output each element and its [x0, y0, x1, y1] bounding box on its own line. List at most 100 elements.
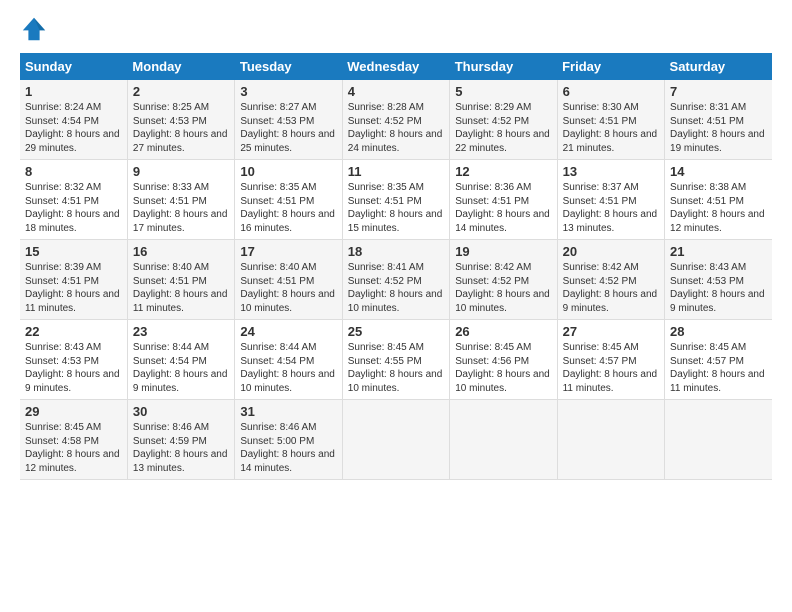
day-cell: 26 Sunrise: 8:45 AM Sunset: 4:56 PM Dayl…: [450, 320, 557, 400]
day-cell: 3 Sunrise: 8:27 AM Sunset: 4:53 PM Dayli…: [235, 80, 342, 160]
calendar-table: SundayMondayTuesdayWednesdayThursdayFrid…: [20, 53, 772, 480]
day-cell: 18 Sunrise: 8:41 AM Sunset: 4:52 PM Dayl…: [342, 240, 449, 320]
day-cell: 7 Sunrise: 8:31 AM Sunset: 4:51 PM Dayli…: [665, 80, 772, 160]
day-number: 20: [563, 244, 659, 259]
day-info: Sunrise: 8:43 AM Sunset: 4:53 PM Dayligh…: [25, 341, 122, 395]
day-info: Sunrise: 8:35 AM Sunset: 4:51 PM Dayligh…: [348, 181, 444, 235]
day-info: Sunrise: 8:44 AM Sunset: 4:54 PM Dayligh…: [240, 341, 336, 395]
day-info: Sunrise: 8:32 AM Sunset: 4:51 PM Dayligh…: [25, 181, 122, 235]
day-number: 7: [670, 84, 767, 99]
day-cell: 14 Sunrise: 8:38 AM Sunset: 4:51 PM Dayl…: [665, 160, 772, 240]
day-number: 14: [670, 164, 767, 179]
day-cell: 19 Sunrise: 8:42 AM Sunset: 4:52 PM Dayl…: [450, 240, 557, 320]
day-info: Sunrise: 8:46 AM Sunset: 5:00 PM Dayligh…: [240, 421, 336, 475]
day-cell: 15 Sunrise: 8:39 AM Sunset: 4:51 PM Dayl…: [20, 240, 127, 320]
day-cell: 25 Sunrise: 8:45 AM Sunset: 4:55 PM Dayl…: [342, 320, 449, 400]
day-info: Sunrise: 8:28 AM Sunset: 4:52 PM Dayligh…: [348, 101, 444, 155]
day-number: 10: [240, 164, 336, 179]
col-header-friday: Friday: [557, 53, 664, 80]
week-row-4: 22 Sunrise: 8:43 AM Sunset: 4:53 PM Dayl…: [20, 320, 772, 400]
col-header-saturday: Saturday: [665, 53, 772, 80]
day-info: Sunrise: 8:46 AM Sunset: 4:59 PM Dayligh…: [133, 421, 229, 475]
day-cell: [557, 400, 664, 480]
day-info: Sunrise: 8:27 AM Sunset: 4:53 PM Dayligh…: [240, 101, 336, 155]
day-info: Sunrise: 8:36 AM Sunset: 4:51 PM Dayligh…: [455, 181, 551, 235]
day-number: 12: [455, 164, 551, 179]
page-container: SundayMondayTuesdayWednesdayThursdayFrid…: [0, 0, 792, 490]
day-cell: 22 Sunrise: 8:43 AM Sunset: 4:53 PM Dayl…: [20, 320, 127, 400]
day-cell: 28 Sunrise: 8:45 AM Sunset: 4:57 PM Dayl…: [665, 320, 772, 400]
day-cell: 27 Sunrise: 8:45 AM Sunset: 4:57 PM Dayl…: [557, 320, 664, 400]
day-info: Sunrise: 8:45 AM Sunset: 4:57 PM Dayligh…: [670, 341, 767, 395]
day-number: 3: [240, 84, 336, 99]
day-info: Sunrise: 8:42 AM Sunset: 4:52 PM Dayligh…: [563, 261, 659, 315]
day-number: 6: [563, 84, 659, 99]
day-number: 9: [133, 164, 229, 179]
day-cell: 16 Sunrise: 8:40 AM Sunset: 4:51 PM Dayl…: [127, 240, 234, 320]
day-number: 30: [133, 404, 229, 419]
day-number: 2: [133, 84, 229, 99]
day-number: 15: [25, 244, 122, 259]
day-cell: [450, 400, 557, 480]
day-info: Sunrise: 8:24 AM Sunset: 4:54 PM Dayligh…: [25, 101, 122, 155]
day-info: Sunrise: 8:31 AM Sunset: 4:51 PM Dayligh…: [670, 101, 767, 155]
header-row: SundayMondayTuesdayWednesdayThursdayFrid…: [20, 53, 772, 80]
day-info: Sunrise: 8:45 AM Sunset: 4:55 PM Dayligh…: [348, 341, 444, 395]
day-info: Sunrise: 8:45 AM Sunset: 4:58 PM Dayligh…: [25, 421, 122, 475]
day-cell: 21 Sunrise: 8:43 AM Sunset: 4:53 PM Dayl…: [665, 240, 772, 320]
day-number: 25: [348, 324, 444, 339]
day-cell: 29 Sunrise: 8:45 AM Sunset: 4:58 PM Dayl…: [20, 400, 127, 480]
day-cell: 1 Sunrise: 8:24 AM Sunset: 4:54 PM Dayli…: [20, 80, 127, 160]
day-number: 8: [25, 164, 122, 179]
day-number: 31: [240, 404, 336, 419]
day-info: Sunrise: 8:41 AM Sunset: 4:52 PM Dayligh…: [348, 261, 444, 315]
day-cell: 17 Sunrise: 8:40 AM Sunset: 4:51 PM Dayl…: [235, 240, 342, 320]
day-cell: 24 Sunrise: 8:44 AM Sunset: 4:54 PM Dayl…: [235, 320, 342, 400]
day-info: Sunrise: 8:39 AM Sunset: 4:51 PM Dayligh…: [25, 261, 122, 315]
day-number: 24: [240, 324, 336, 339]
day-number: 23: [133, 324, 229, 339]
day-info: Sunrise: 8:37 AM Sunset: 4:51 PM Dayligh…: [563, 181, 659, 235]
day-cell: [342, 400, 449, 480]
day-cell: 12 Sunrise: 8:36 AM Sunset: 4:51 PM Dayl…: [450, 160, 557, 240]
day-info: Sunrise: 8:40 AM Sunset: 4:51 PM Dayligh…: [133, 261, 229, 315]
day-info: Sunrise: 8:43 AM Sunset: 4:53 PM Dayligh…: [670, 261, 767, 315]
day-number: 17: [240, 244, 336, 259]
day-number: 16: [133, 244, 229, 259]
day-cell: 8 Sunrise: 8:32 AM Sunset: 4:51 PM Dayli…: [20, 160, 127, 240]
day-number: 19: [455, 244, 551, 259]
day-info: Sunrise: 8:45 AM Sunset: 4:56 PM Dayligh…: [455, 341, 551, 395]
day-cell: 4 Sunrise: 8:28 AM Sunset: 4:52 PM Dayli…: [342, 80, 449, 160]
day-number: 13: [563, 164, 659, 179]
day-cell: 10 Sunrise: 8:35 AM Sunset: 4:51 PM Dayl…: [235, 160, 342, 240]
day-info: Sunrise: 8:33 AM Sunset: 4:51 PM Dayligh…: [133, 181, 229, 235]
day-info: Sunrise: 8:29 AM Sunset: 4:52 PM Dayligh…: [455, 101, 551, 155]
day-number: 11: [348, 164, 444, 179]
day-info: Sunrise: 8:30 AM Sunset: 4:51 PM Dayligh…: [563, 101, 659, 155]
day-info: Sunrise: 8:42 AM Sunset: 4:52 PM Dayligh…: [455, 261, 551, 315]
day-number: 18: [348, 244, 444, 259]
day-cell: 31 Sunrise: 8:46 AM Sunset: 5:00 PM Dayl…: [235, 400, 342, 480]
day-info: Sunrise: 8:45 AM Sunset: 4:57 PM Dayligh…: [563, 341, 659, 395]
day-number: 4: [348, 84, 444, 99]
day-cell: 20 Sunrise: 8:42 AM Sunset: 4:52 PM Dayl…: [557, 240, 664, 320]
day-cell: 5 Sunrise: 8:29 AM Sunset: 4:52 PM Dayli…: [450, 80, 557, 160]
day-number: 21: [670, 244, 767, 259]
day-number: 27: [563, 324, 659, 339]
logo: [20, 15, 52, 43]
col-header-sunday: Sunday: [20, 53, 127, 80]
header: [20, 15, 772, 43]
col-header-wednesday: Wednesday: [342, 53, 449, 80]
day-info: Sunrise: 8:35 AM Sunset: 4:51 PM Dayligh…: [240, 181, 336, 235]
day-info: Sunrise: 8:44 AM Sunset: 4:54 PM Dayligh…: [133, 341, 229, 395]
day-cell: 13 Sunrise: 8:37 AM Sunset: 4:51 PM Dayl…: [557, 160, 664, 240]
col-header-monday: Monday: [127, 53, 234, 80]
day-cell: 9 Sunrise: 8:33 AM Sunset: 4:51 PM Dayli…: [127, 160, 234, 240]
day-number: 26: [455, 324, 551, 339]
day-info: Sunrise: 8:38 AM Sunset: 4:51 PM Dayligh…: [670, 181, 767, 235]
day-number: 29: [25, 404, 122, 419]
day-cell: 2 Sunrise: 8:25 AM Sunset: 4:53 PM Dayli…: [127, 80, 234, 160]
col-header-thursday: Thursday: [450, 53, 557, 80]
day-cell: 6 Sunrise: 8:30 AM Sunset: 4:51 PM Dayli…: [557, 80, 664, 160]
week-row-3: 15 Sunrise: 8:39 AM Sunset: 4:51 PM Dayl…: [20, 240, 772, 320]
